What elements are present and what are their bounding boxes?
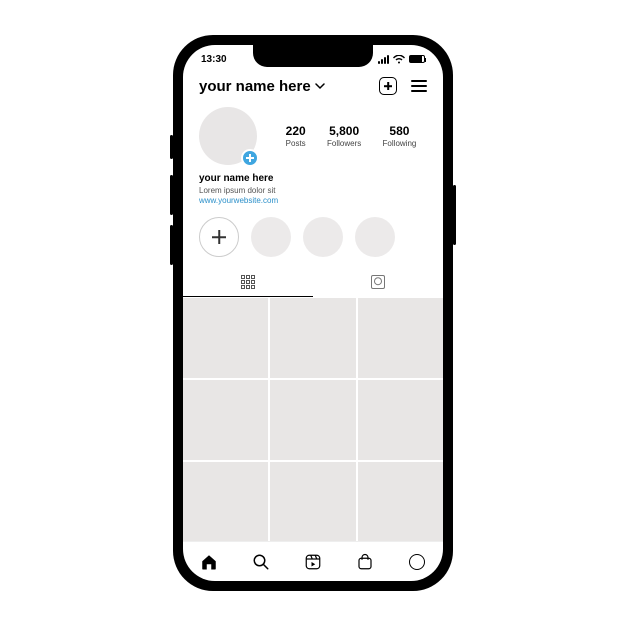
status-time: 13:30 xyxy=(201,54,227,65)
tab-tagged[interactable] xyxy=(313,267,443,297)
status-icons xyxy=(378,55,425,64)
signal-icon xyxy=(378,55,389,64)
bio-name: your name here xyxy=(199,173,427,184)
menu-button[interactable] xyxy=(411,80,427,91)
nav-reels[interactable] xyxy=(303,552,323,572)
post-grid xyxy=(183,297,443,541)
grid-icon xyxy=(241,275,255,289)
highlight-add-button[interactable] xyxy=(199,217,239,257)
bottom-nav xyxy=(183,541,443,581)
post-thumbnail[interactable] xyxy=(270,462,355,541)
notch xyxy=(253,45,373,67)
side-button xyxy=(170,135,173,159)
post-thumbnail[interactable] xyxy=(358,298,443,378)
power-button xyxy=(453,185,456,245)
bio-text: Lorem ipsum dolor sit xyxy=(199,186,427,196)
search-icon xyxy=(252,553,270,571)
post-thumbnail[interactable] xyxy=(270,298,355,378)
tagged-icon xyxy=(371,275,385,289)
bio-section: your name here Lorem ipsum dolor sit www… xyxy=(183,171,443,213)
followers-count: 5,800 xyxy=(327,124,361,138)
add-story-badge[interactable] xyxy=(241,149,259,167)
wifi-icon xyxy=(393,55,405,64)
post-thumbnail[interactable] xyxy=(183,380,268,460)
followers-label: Followers xyxy=(327,139,361,148)
profile-icon xyxy=(409,554,425,570)
battery-icon xyxy=(409,55,425,63)
add-post-button[interactable] xyxy=(379,77,397,95)
nav-home[interactable] xyxy=(199,552,219,572)
reels-icon xyxy=(304,553,322,571)
volume-up-button xyxy=(170,175,173,215)
screen: 13:30 your name here xyxy=(183,45,443,581)
avatar-wrap[interactable] xyxy=(199,107,257,165)
post-thumbnail[interactable] xyxy=(358,380,443,460)
following-count: 580 xyxy=(383,124,417,138)
post-thumbnail[interactable] xyxy=(358,462,443,541)
profile-row: 220 Posts 5,800 Followers 580 Following xyxy=(183,103,443,171)
phone-frame: 13:30 your name here xyxy=(173,35,453,591)
nav-shop[interactable] xyxy=(355,552,375,572)
stat-followers[interactable]: 5,800 Followers xyxy=(327,124,361,147)
shop-icon xyxy=(356,553,374,571)
volume-down-button xyxy=(170,225,173,265)
post-thumbnail[interactable] xyxy=(183,462,268,541)
tab-grid[interactable] xyxy=(183,267,313,297)
highlight-item[interactable] xyxy=(355,217,395,257)
highlights-row xyxy=(183,213,443,267)
stats: 220 Posts 5,800 Followers 580 Following xyxy=(275,124,427,147)
bio-link[interactable]: www.yourwebsite.com xyxy=(199,196,427,205)
chevron-down-icon xyxy=(315,81,325,91)
post-thumbnail[interactable] xyxy=(183,298,268,378)
stat-posts[interactable]: 220 Posts xyxy=(286,124,306,147)
highlight-item[interactable] xyxy=(303,217,343,257)
post-thumbnail[interactable] xyxy=(270,380,355,460)
username-text: your name here xyxy=(199,78,311,95)
home-icon xyxy=(200,553,218,571)
app-header: your name here xyxy=(183,73,443,103)
stat-following[interactable]: 580 Following xyxy=(383,124,417,147)
posts-label: Posts xyxy=(286,139,306,148)
nav-search[interactable] xyxy=(251,552,271,572)
posts-count: 220 xyxy=(286,124,306,138)
following-label: Following xyxy=(383,139,417,148)
content-tabs xyxy=(183,267,443,297)
username-dropdown[interactable]: your name here xyxy=(199,78,325,95)
nav-profile[interactable] xyxy=(407,552,427,572)
header-actions xyxy=(379,77,427,95)
highlight-item[interactable] xyxy=(251,217,291,257)
